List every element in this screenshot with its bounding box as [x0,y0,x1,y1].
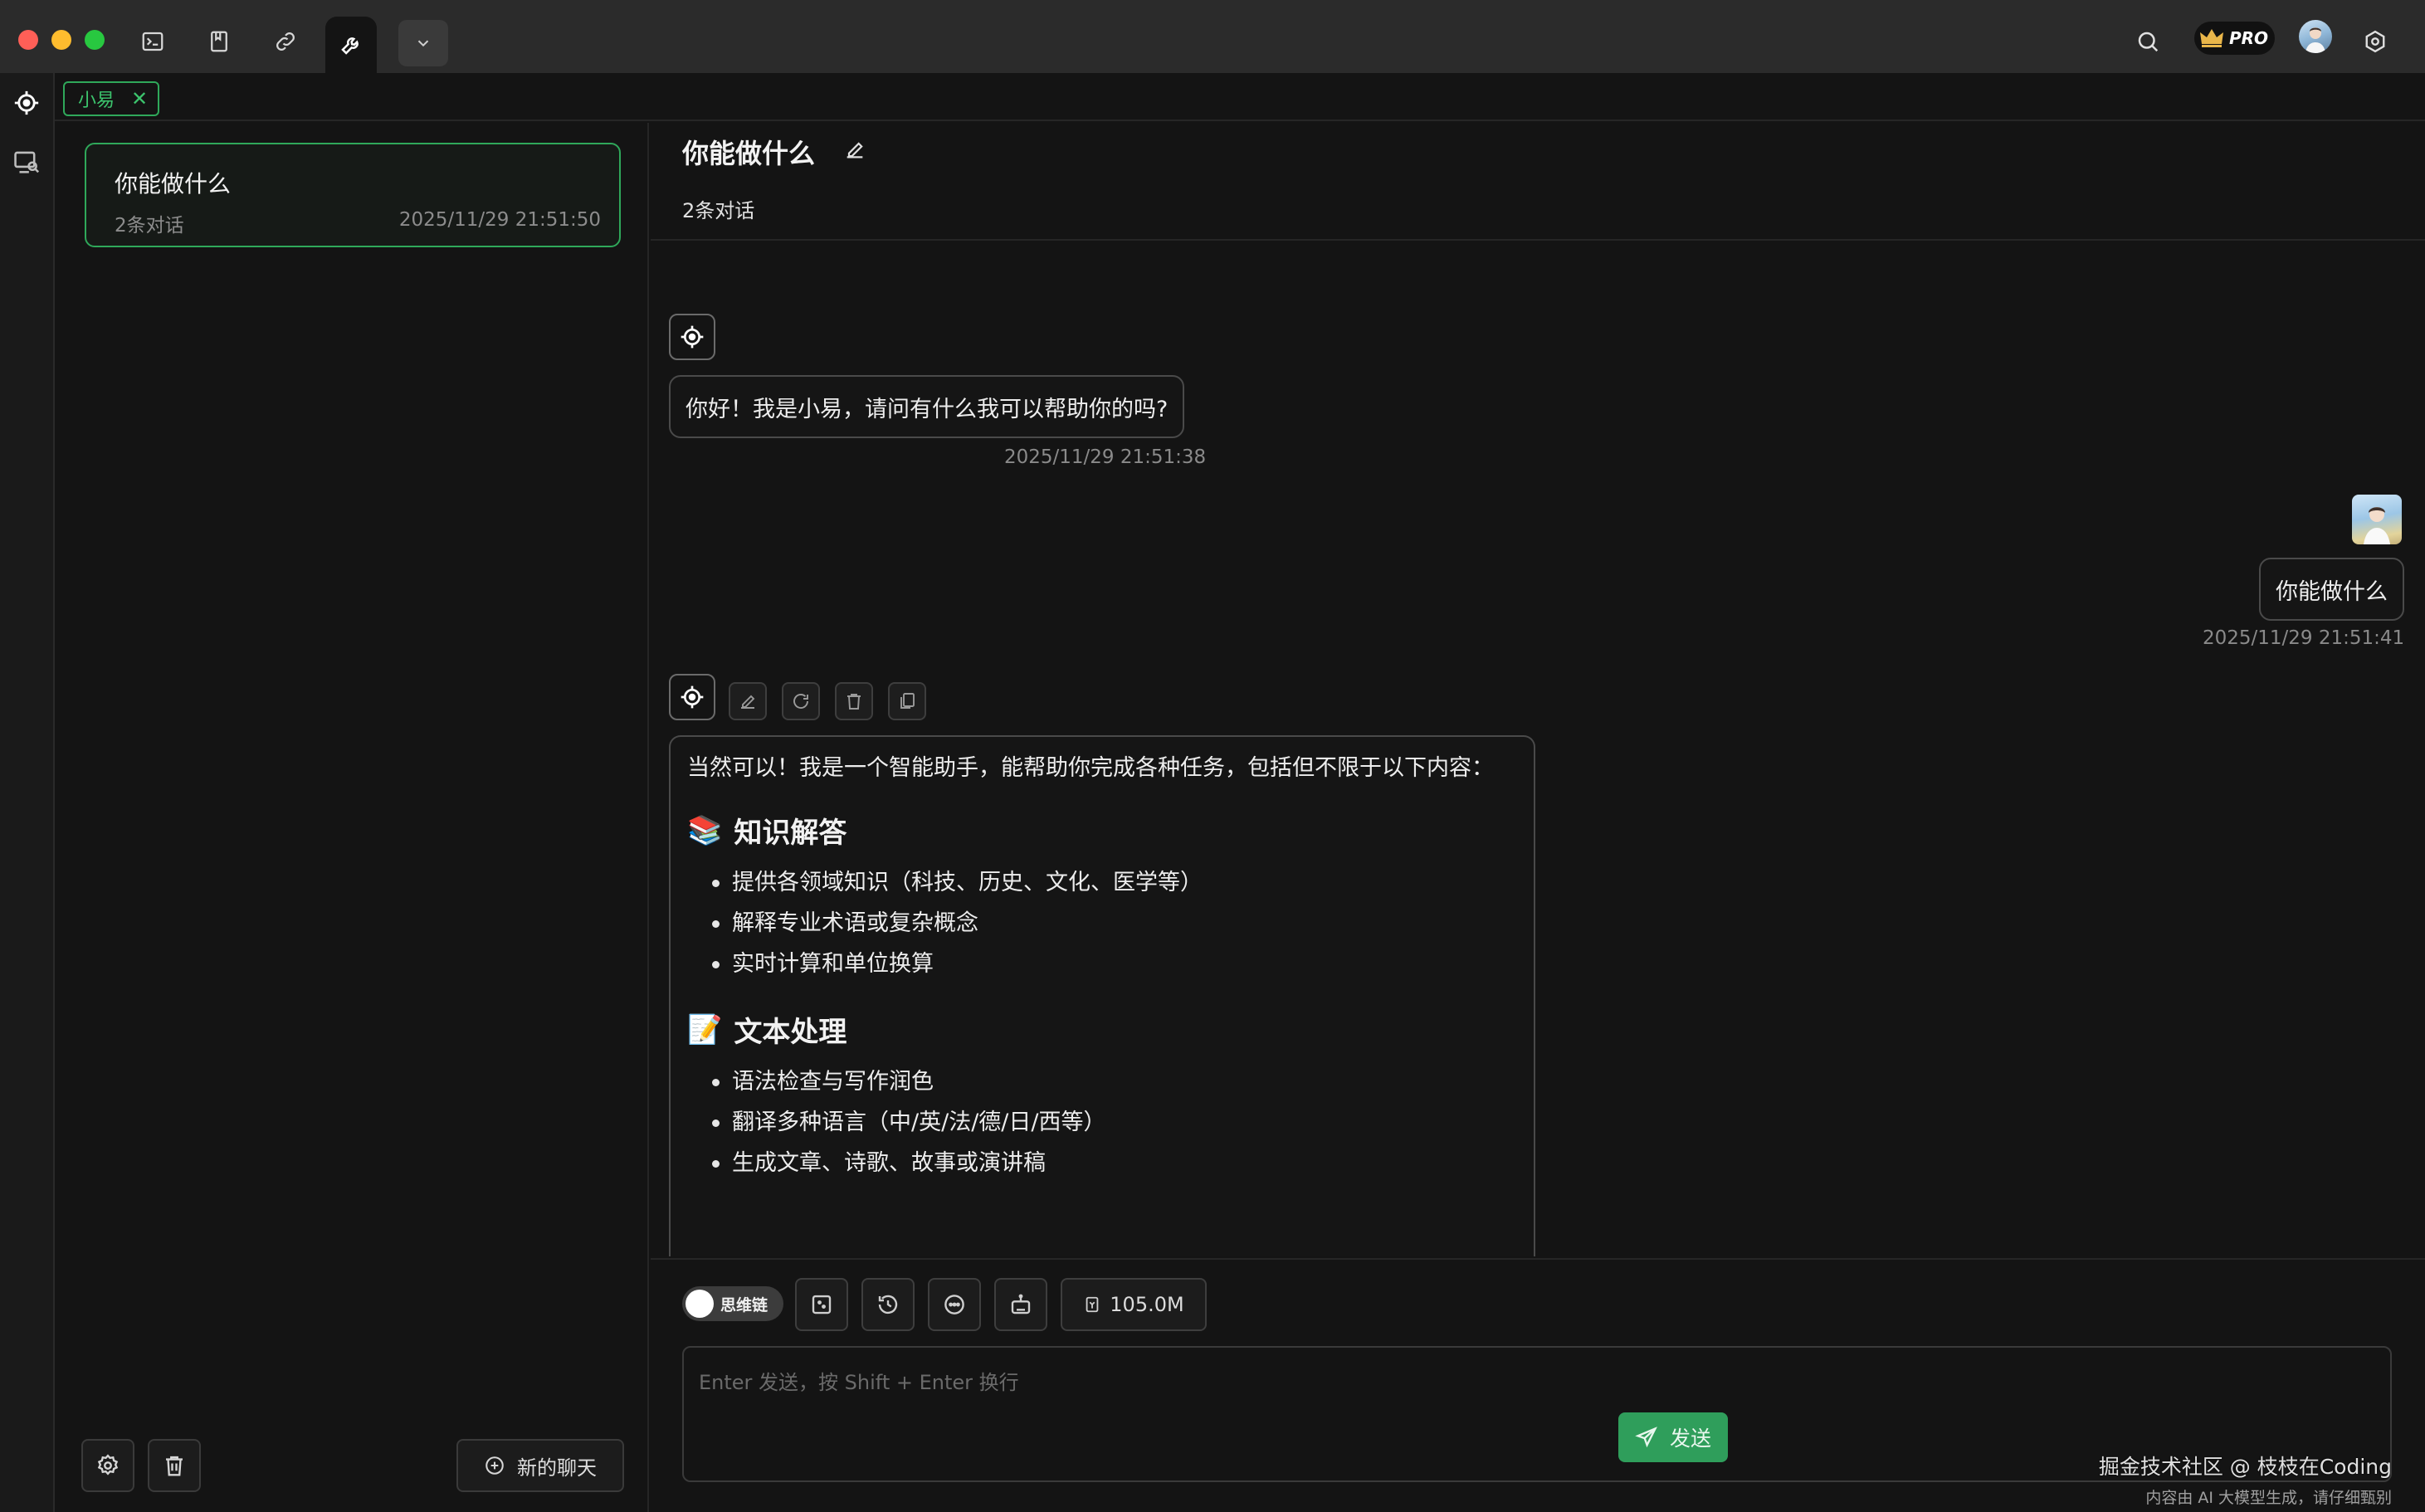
chat-subtitle: 2条对话 [682,199,755,222]
edit-message-button[interactable] [729,682,767,720]
settings-icon[interactable] [2352,18,2398,65]
delete-conversation-button[interactable] [148,1439,201,1492]
assistant-avatar [669,314,715,360]
grid-icon [812,1295,832,1314]
title-bar: PRO [0,0,2425,73]
user-message: 你能做什么 [2259,558,2404,621]
wrench-icon[interactable] [325,17,377,73]
message-time: 2025/11/29 21:51:41 [2203,627,2405,649]
conversation-count: 2条对话 [115,215,184,237]
list-item: 翻译多种语言（中/英/法/德/日/西等） [712,1102,1517,1143]
history-icon [878,1295,898,1314]
pencil-icon [741,695,755,709]
books-emoji-icon: 📚 [687,813,723,847]
assistant-tag[interactable]: 小易 ✕ [63,81,160,116]
send-button[interactable]: 发送 [1618,1412,1728,1462]
assistant-icon [681,325,704,349]
list-item: 语法检查与写作润色 [712,1061,1517,1102]
new-chat-button[interactable]: 新的聊天 [456,1439,624,1492]
section-heading: 📝 文本处理 [687,1009,1517,1050]
thinking-chain-label: 思维链 [720,1295,768,1314]
gear-icon [97,1454,119,1475]
refresh-icon [793,694,808,709]
assistant-tag-strip: 小易 ✕ [55,73,2425,121]
search-icon[interactable] [2125,18,2171,65]
section-list: 语法检查与写作润色 翻译多种语言（中/英/法/德/日/西等） 生成文章、诗歌、故… [687,1061,1517,1183]
message-intro: 当然可以！我是一个智能助手，能帮助你完成各种任务，包括但不限于以下内容： [687,755,1494,781]
copy-icon [900,693,915,709]
user-avatar [2352,495,2402,544]
assistant-message: 你好！我是小易，请问有什么我可以帮助你的吗? [669,375,1185,438]
section-heading-text: 文本处理 [734,1016,847,1049]
terminal-icon[interactable] [129,18,176,65]
list-item: 提供各领域知识（科技、历史、文化、医学等） [712,862,1517,903]
bookmark-icon[interactable] [196,18,242,65]
assistant-select-button[interactable] [994,1278,1047,1331]
new-chat-label: 新的聊天 [517,1456,597,1480]
message-list: 你好！我是小易，请问有什么我可以帮助你的吗? 2025/11/29 21:51:… [651,242,2425,1256]
watermark: 掘金技术社区 @ 枝枝在Coding [2098,1455,2392,1479]
message-text: 你能做什么 [2276,578,2388,605]
message-text: 你好！我是小易，请问有什么我可以帮助你的吗? [686,396,1169,422]
assistant-icon [681,685,704,709]
robot-icon [1011,1294,1031,1314]
user-avatar[interactable] [2299,20,2332,53]
chat-title: 你能做什么 [682,138,816,169]
section-heading: 📚 知识解答 [687,810,1517,851]
chat-header: 你能做什么 2条对话 [651,123,2425,241]
assistant-icon[interactable] [8,85,45,121]
panel-settings-button[interactable] [81,1439,134,1492]
icon-rail [0,73,55,1512]
close-icon[interactable]: ✕ [131,89,148,109]
assistant-avatar [669,674,715,720]
close-window-button[interactable] [18,30,38,50]
crown-icon [2200,29,2223,47]
pencil-icon [847,142,863,159]
send-label: 发送 [1669,1427,1711,1451]
edit-title-button[interactable] [838,133,871,166]
section-list: 提供各领域知识（科技、历史、文化、医学等） 解释专业术语或复杂概念 实时计算和单… [687,862,1517,984]
copy-message-button[interactable] [888,682,926,720]
assistant-tag-label: 小易 [78,90,115,111]
conversation-item[interactable]: 你能做什么 2条对话 2025/11/29 21:51:50 [85,143,621,247]
toggle-knob [686,1290,714,1318]
conversation-title: 你能做什么 [115,170,232,198]
thinking-chain-toggle[interactable]: 思维链 [682,1286,783,1321]
assistant-message: 当然可以！我是一个智能助手，能帮助你完成各种任务，包括但不限于以下内容： 📚 知… [669,735,1535,1256]
maximize-window-button[interactable] [85,30,105,50]
list-item: 生成文章、诗歌、故事或演讲稿 [712,1143,1517,1183]
list-item: 解释专业术语或复杂概念 [712,903,1517,944]
list-item: 实时计算和单位换算 [712,944,1517,984]
minimize-window-button[interactable] [51,30,71,50]
conversation-time: 2025/11/29 21:51:50 [398,209,601,231]
send-icon [1635,1427,1657,1448]
plus-circle-icon [485,1456,504,1475]
model-size-button[interactable]: 105.0M [1061,1278,1207,1331]
delete-message-button[interactable] [835,682,873,720]
message-input[interactable] [699,1358,2350,1407]
pro-badge[interactable]: PRO [2194,22,2276,55]
prompt-button[interactable] [928,1278,981,1331]
trash-icon [847,694,861,710]
pro-label: PRO [2229,28,2269,48]
history-button[interactable] [861,1278,915,1331]
link-icon[interactable] [262,18,309,65]
trash-icon [166,1456,183,1476]
chat-bubble-icon [944,1295,964,1314]
chevron-down-icon[interactable] [398,20,448,66]
section-heading-text: 知识解答 [734,817,847,850]
memo-emoji-icon: 📝 [687,1012,723,1046]
context-button[interactable] [795,1278,848,1331]
screen-search-icon[interactable] [8,144,45,181]
conversation-list-panel: 你能做什么 2条对话 2025/11/29 21:51:50 新的聊天 [55,123,649,1512]
message-time: 2025/11/29 21:51:38 [1004,446,1207,468]
model-size-value: 105.0M [1110,1293,1184,1316]
watermark-note: 内容由 AI 大模型生成，请仔细甄别 [2145,1489,2392,1507]
regenerate-button[interactable] [782,682,820,720]
model-icon [1086,1296,1099,1313]
